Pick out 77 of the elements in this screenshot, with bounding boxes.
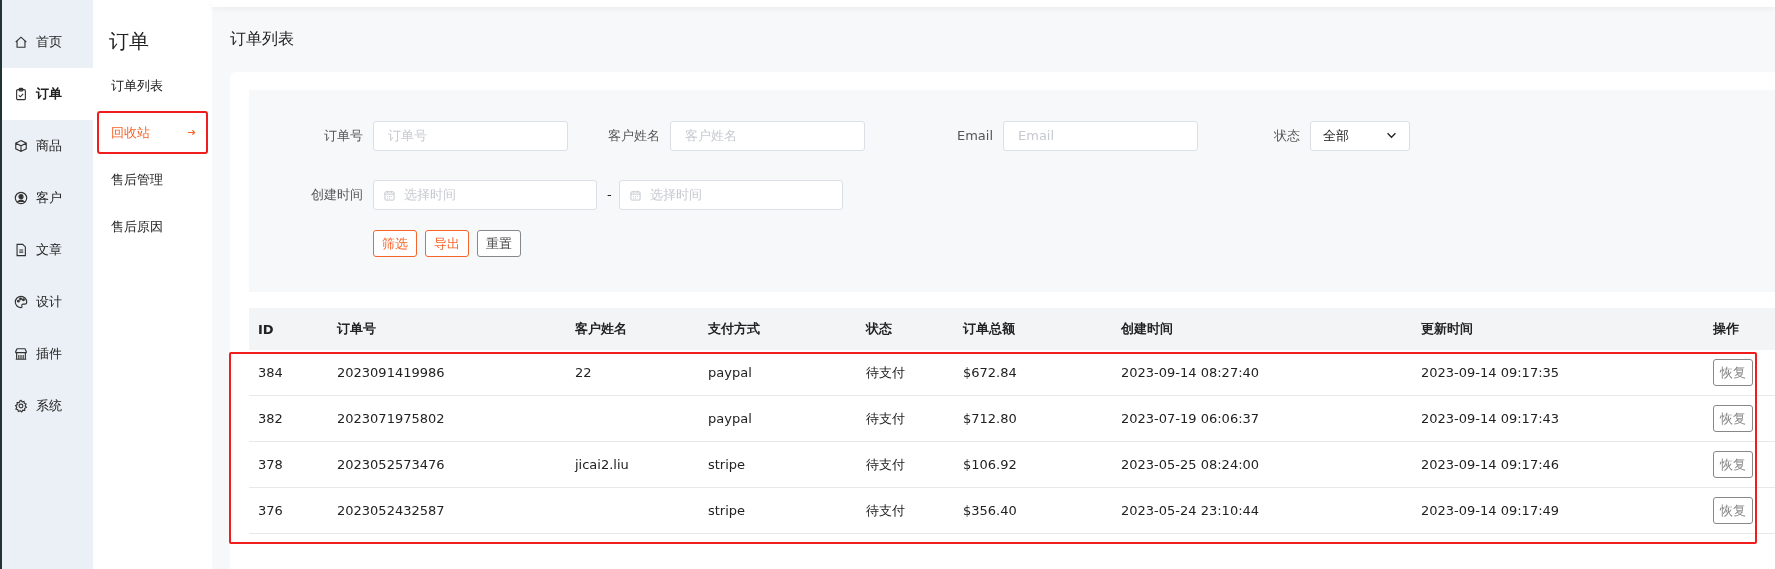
home-icon bbox=[14, 35, 28, 49]
chevron-down-icon bbox=[1386, 132, 1397, 139]
table-cell: 2023052573476 bbox=[337, 457, 445, 472]
nav-item[interactable]: 插件 bbox=[2, 328, 93, 380]
table-cell: 2023-09-14 09:17:49 bbox=[1421, 503, 1560, 518]
table-cell: $106.92 bbox=[963, 457, 1017, 472]
box-icon bbox=[14, 139, 28, 153]
table-cell: 2023-05-25 08:24:00 bbox=[1121, 457, 1260, 472]
column-header: 创建时间 bbox=[1121, 320, 1174, 338]
settings-icon bbox=[14, 399, 28, 413]
table-cell: 2023052432587 bbox=[337, 503, 445, 518]
nav-item[interactable]: 文章 bbox=[2, 224, 93, 276]
table-cell: $356.40 bbox=[963, 503, 1017, 518]
restore-button[interactable]: 恢复 bbox=[1713, 451, 1753, 478]
range-separator: - bbox=[607, 187, 612, 202]
status-dropdown[interactable]: 全部 bbox=[1310, 120, 1410, 151]
restore-button[interactable]: 恢复 bbox=[1713, 497, 1753, 524]
table-cell: 待支付 bbox=[866, 456, 905, 472]
column-header: 操作 bbox=[1713, 320, 1740, 338]
document-icon bbox=[14, 243, 28, 257]
user-icon bbox=[14, 191, 28, 205]
table-cell: stripe bbox=[708, 503, 746, 518]
column-header: 客户姓名 bbox=[575, 320, 628, 338]
table-cell: 2023-09-14 09:17:43 bbox=[1421, 411, 1560, 426]
field-label: 客户姓名 bbox=[607, 126, 660, 145]
calendar-icon bbox=[629, 189, 641, 201]
table-cell: 2023-09-14 09:17:35 bbox=[1421, 365, 1560, 380]
nav-item[interactable]: 首页 bbox=[2, 16, 93, 68]
field-label: 状态 bbox=[1273, 126, 1300, 145]
clipboard-icon bbox=[14, 87, 28, 101]
table-cell: 待支付 bbox=[866, 410, 905, 426]
nav-item[interactable]: 设计 bbox=[2, 276, 93, 328]
palette-icon bbox=[14, 295, 28, 309]
column-header: 订单号 bbox=[337, 320, 377, 338]
subnav-item[interactable]: 订单列表 bbox=[97, 64, 208, 107]
table-cell: 待支付 bbox=[866, 502, 905, 518]
table-cell: 待支付 bbox=[866, 364, 905, 380]
table-cell: $712.80 bbox=[963, 411, 1017, 426]
nav-item[interactable]: 商品 bbox=[2, 120, 93, 172]
field-label: 订单号 bbox=[323, 126, 363, 145]
table-cell: 2023071975802 bbox=[337, 411, 445, 426]
column-header: 状态 bbox=[866, 320, 893, 338]
table-cell: paypal bbox=[708, 365, 752, 380]
column-header: ID bbox=[258, 321, 275, 337]
field-label: 创建时间 bbox=[310, 185, 363, 204]
nav-item[interactable]: 订单 bbox=[2, 68, 93, 120]
table-cell: 2023-09-14 09:17:46 bbox=[1421, 457, 1560, 472]
storefront-icon bbox=[14, 347, 28, 361]
column-header: 更新时间 bbox=[1421, 320, 1474, 338]
table-cell: 384 bbox=[258, 365, 283, 380]
field-label: Email bbox=[955, 128, 993, 143]
section-title: 订单 bbox=[108, 28, 150, 55]
page-title: 订单列表 bbox=[229, 28, 295, 50]
nav-item[interactable]: 客户 bbox=[2, 172, 93, 224]
table-cell: stripe bbox=[708, 457, 746, 472]
subnav-item[interactable]: 售后原因 bbox=[97, 205, 208, 248]
restore-button[interactable]: 恢复 bbox=[1713, 405, 1753, 432]
nav-item[interactable]: 系统 bbox=[2, 380, 93, 432]
table-cell: 2023-05-24 23:10:44 bbox=[1121, 503, 1260, 518]
input-field[interactable]: Email bbox=[1003, 120, 1198, 151]
table-cell: 378 bbox=[258, 457, 283, 472]
table-cell: 2023091419986 bbox=[337, 365, 445, 380]
column-header: 支付方式 bbox=[708, 320, 761, 338]
column-header: 订单总额 bbox=[963, 320, 1016, 338]
subnav-item[interactable]: 售后管理 bbox=[97, 158, 208, 201]
table-cell: 376 bbox=[258, 503, 283, 518]
table-cell: $672.84 bbox=[963, 365, 1017, 380]
table-cell: paypal bbox=[708, 411, 752, 426]
table-cell: 22 bbox=[575, 365, 592, 380]
table-cell: 2023-09-14 08:27:40 bbox=[1121, 365, 1260, 380]
arrow-icon bbox=[187, 128, 196, 137]
calendar-icon bbox=[384, 189, 395, 201]
table-cell: 2023-07-19 06:06:37 bbox=[1121, 411, 1260, 426]
table-cell: jicai2.liu bbox=[575, 457, 629, 472]
reset-button[interactable]: 重置 bbox=[477, 230, 521, 257]
table-cell: 382 bbox=[258, 411, 283, 426]
restore-button[interactable]: 恢复 bbox=[1713, 359, 1753, 386]
